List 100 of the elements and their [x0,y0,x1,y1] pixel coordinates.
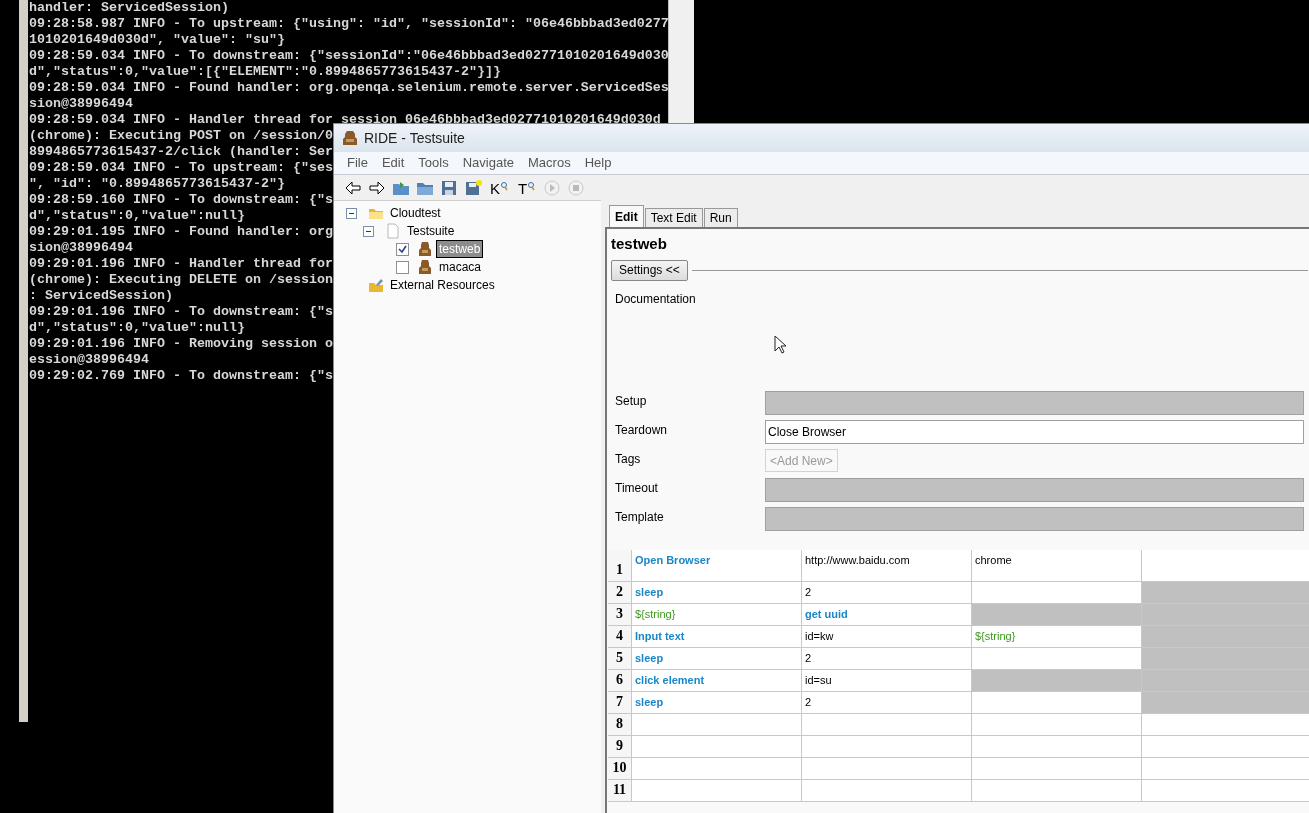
checkbox[interactable] [396,242,409,256]
table-cell[interactable] [972,670,1142,692]
table-cell[interactable] [1142,582,1309,604]
table-cell[interactable] [1142,604,1309,626]
field-label: Setup [615,393,648,410]
menu-item[interactable]: Help [584,153,612,173]
table-cell[interactable]: Input text [632,626,802,648]
input-field[interactable] [765,391,1304,415]
table-cell[interactable] [632,758,802,780]
table-cell[interactable] [802,736,972,758]
table-cell[interactable] [1142,670,1309,692]
table-cell[interactable] [1142,714,1309,736]
log-line: ession@38996494 [29,352,149,368]
table-cell[interactable] [632,780,802,802]
log-line: (chrome): Executing DELETE on /session [29,272,333,288]
log-line: handler: ServicedSession) [29,0,229,16]
tree-item[interactable]: Testsuite [404,222,458,240]
magnifier-icon [500,181,508,191]
table-cell[interactable] [1142,758,1309,780]
table-cell[interactable]: 2 [802,648,972,670]
log-line: 1010201649d030d", "value": "su"} [29,32,285,48]
tab[interactable]: Run [703,208,738,227]
table-cell[interactable] [1142,736,1309,758]
log-line: 09:28:59.034 INFO - To downstream: {"sessionId":"06e46bbbad3ed02771010201649d030 [29,48,669,64]
tree-item[interactable]: External Resources [387,276,498,294]
input-field[interactable]: Close Browser [765,420,1304,444]
table-cell[interactable] [632,736,802,758]
menu-item[interactable]: Navigate [462,153,515,173]
expander-icon[interactable] [346,207,357,219]
menu-item[interactable]: File [347,153,368,173]
table-cell[interactable]: 2 [802,582,972,604]
table-cell[interactable]: ${string} [632,604,802,626]
log-line: 09:28:59.034 INFO - To upstream: {"ses [29,160,333,176]
input-field[interactable] [765,507,1304,531]
menu-item[interactable]: Edit [381,153,405,173]
table-cell[interactable] [972,714,1142,736]
log-line: sion@38996494 [29,96,133,112]
file-icon [385,223,401,239]
table-cell[interactable]: 2 [802,692,972,714]
table-cell[interactable] [972,736,1142,758]
table-cell[interactable]: sleep [632,692,802,714]
row-number: 2 [608,582,632,604]
log-line: 09:28:59.160 INFO - To downstream: {"s [29,192,333,208]
table-cell[interactable]: click element [632,670,802,692]
table-cell[interactable] [802,714,972,736]
table-cell[interactable] [632,714,802,736]
table-cell[interactable] [972,758,1142,780]
table-cell[interactable] [802,758,972,780]
table-cell[interactable]: get uuid [802,604,972,626]
tree-item[interactable]: macaca [436,258,485,276]
table-cell[interactable] [1142,780,1309,802]
row-number: 6 [608,670,632,692]
search-button[interactable]: T [516,178,538,197]
field-label: Template [615,509,665,526]
row-number: 4 [608,626,632,648]
table-cell[interactable]: http://www.baidu.com [802,550,972,582]
table-cell[interactable] [972,648,1142,670]
table-cell[interactable]: chrome [972,550,1142,582]
table-cell[interactable]: id=kw [802,626,972,648]
tree-item[interactable]: Cloudtest [387,204,444,222]
table-cell[interactable]: sleep [632,582,802,604]
row-number: 7 [608,692,632,714]
table-cell[interactable]: sleep [632,648,802,670]
row-number: 8 [608,714,632,736]
checkbox[interactable] [396,260,409,274]
table-cell[interactable] [1142,692,1309,714]
table-cell[interactable] [972,582,1142,604]
search-button[interactable]: K [488,178,510,197]
input-field[interactable] [765,478,1304,502]
log-line: d","status":0,"value":[{"ELEMENT":"0.8994865773615437-2"}]} [29,64,501,80]
menu-item[interactable]: Macros [528,153,571,173]
log-line: 8994865773615437-2/click (handler: Ser [29,144,333,160]
table-cell[interactable] [972,692,1142,714]
table-cell[interactable] [1142,648,1309,670]
menu-item[interactable]: Tools [418,153,449,173]
figure-icon [342,130,358,146]
save-icon[interactable] [440,178,458,197]
tab[interactable]: Text Edit [644,208,703,227]
settings-button[interactable]: Settings << [611,259,688,281]
table-cell[interactable]: ${string} [972,626,1142,648]
log-line: 09:28:59.034 INFO - Handler thread for session 06e46bbbad3ed02771010201649d030d [29,112,661,128]
tab[interactable]: Edit [609,205,644,227]
table-cell[interactable] [972,780,1142,802]
field-label: Tags [615,451,642,468]
row-number: 1 [608,550,632,582]
table-cell[interactable] [802,780,972,802]
log-line: d","status":0,"value":null} [29,320,245,336]
scrollbar[interactable] [668,0,694,123]
save-icon[interactable] [464,178,482,197]
figure-icon [417,241,433,257]
table-cell[interactable] [972,604,1142,626]
log-line: sion@38996494 [29,240,133,256]
table-cell[interactable] [1142,550,1309,582]
log-line: : ServicedSession) [29,288,173,304]
table-cell[interactable] [1142,626,1309,648]
log-line: 09:29:01.196 INFO - Handler thread for [29,256,333,272]
expander-icon[interactable] [363,225,374,237]
table-cell[interactable]: Open Browser [632,550,802,582]
pointer-icon [774,335,787,354]
table-cell[interactable]: id=su [802,670,972,692]
